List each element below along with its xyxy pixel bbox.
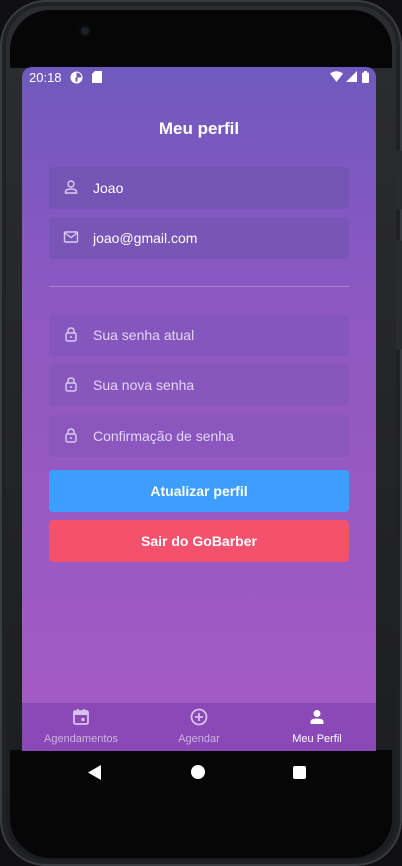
page-title: Meu perfil — [158, 119, 240, 138]
tab-label: Agendar — [178, 733, 220, 745]
mail-icon — [63, 231, 79, 243]
phone-frame: 20:18 Meu perfil Joao joao@gmail.com Atu… — [0, 0, 402, 866]
person-icon — [310, 710, 324, 724]
confirm-password-input[interactable] — [93, 415, 343, 457]
lock-icon — [65, 428, 77, 443]
status-bar: 20:18 — [22, 67, 376, 89]
battery-icon — [362, 71, 369, 83]
section-divider — [49, 286, 349, 287]
plus-circle-icon — [190, 708, 208, 726]
front-camera — [79, 25, 91, 37]
tab-agendamentos[interactable]: Agendamentos — [22, 703, 140, 751]
new-password-input[interactable] — [93, 364, 343, 406]
tab-label: Agendamentos — [44, 733, 118, 745]
tab-agendar[interactable]: Agendar — [140, 703, 258, 751]
home-icon[interactable] — [191, 765, 205, 779]
update-profile-button[interactable]: Atualizar perfil — [49, 470, 349, 512]
top-bezel — [10, 10, 392, 68]
old-password-field[interactable] — [49, 314, 349, 356]
volume-button — [396, 240, 402, 350]
user-icon — [64, 180, 78, 194]
tab-label: Meu Perfil — [292, 733, 342, 745]
sd-card-icon — [92, 71, 102, 83]
lock-icon — [65, 327, 77, 342]
confirm-password-field[interactable] — [49, 415, 349, 457]
email-field[interactable] — [49, 217, 349, 259]
cellular-icon — [346, 71, 357, 82]
recents-icon[interactable] — [293, 766, 306, 779]
status-time: 20:18 — [29, 70, 62, 85]
back-icon[interactable] — [88, 765, 102, 780]
power-button — [396, 150, 402, 210]
name-input[interactable] — [93, 167, 343, 209]
system-nav-bar — [22, 751, 376, 795]
logout-button[interactable]: Sair do GoBarber — [49, 520, 349, 562]
new-password-field[interactable] — [49, 364, 349, 406]
wifi-icon — [330, 71, 343, 82]
bottom-tab-bar: Agendamentos Agendar Meu Perfil — [22, 703, 376, 751]
old-password-input[interactable] — [93, 314, 343, 356]
email-input[interactable] — [93, 217, 343, 259]
tab-meu-perfil[interactable]: Meu Perfil — [258, 703, 376, 751]
lock-icon — [65, 377, 77, 392]
name-field[interactable] — [49, 167, 349, 209]
calendar-icon — [73, 709, 89, 725]
play-protect-icon — [70, 71, 83, 84]
app-screen: 20:18 Meu perfil Joao joao@gmail.com Atu… — [22, 67, 376, 751]
